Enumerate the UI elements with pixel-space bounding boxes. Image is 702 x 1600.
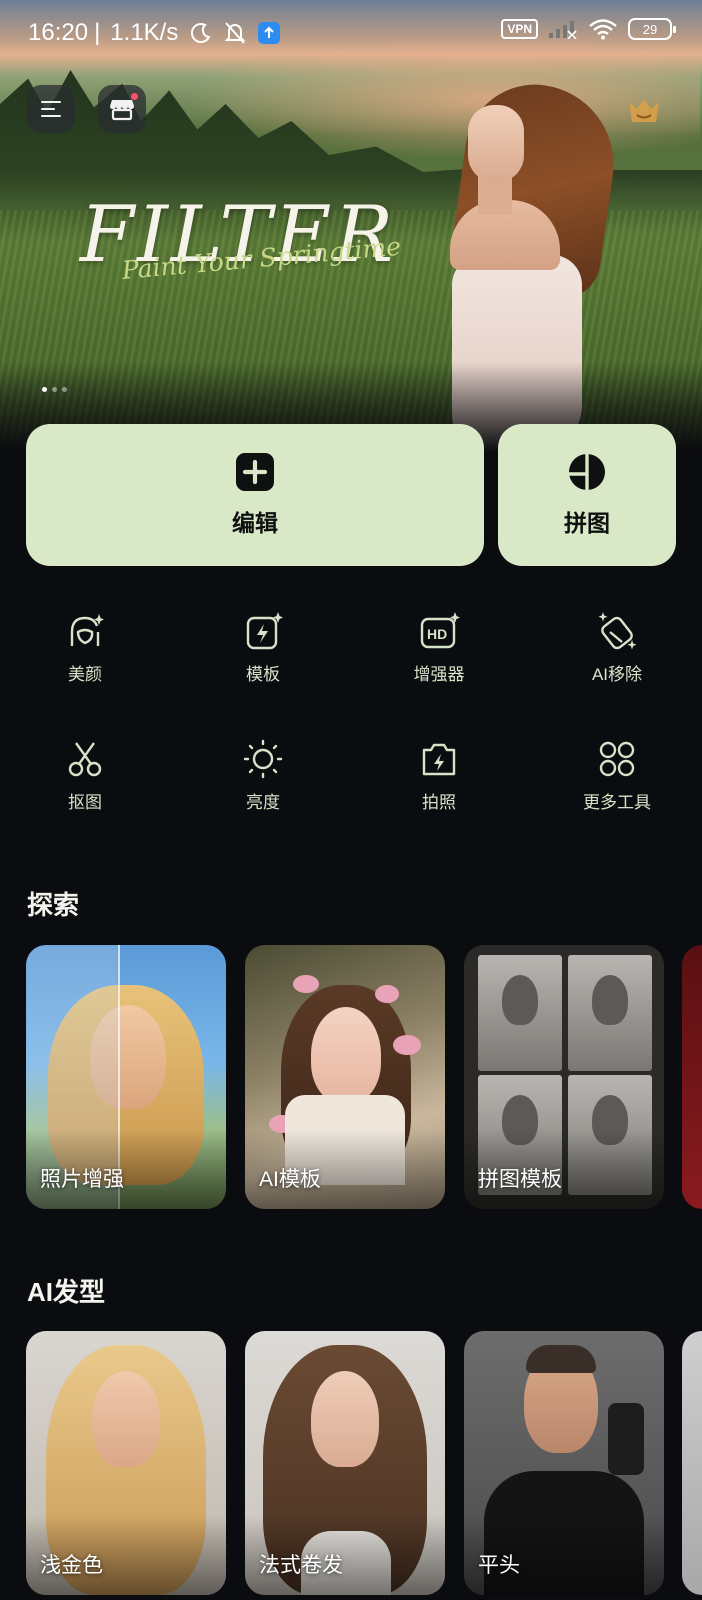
tile-label: 拼图模板: [478, 1168, 562, 1191]
store-icon: [110, 100, 134, 121]
mute-bell-icon: [224, 22, 246, 44]
tile-label: 照片增强: [40, 1168, 124, 1191]
sun-icon: [243, 739, 283, 779]
tool-template[interactable]: 模板: [198, 610, 328, 685]
pager-dot-active: [42, 387, 47, 392]
explore-card-collage-template[interactable]: 拼图模板: [464, 945, 664, 1209]
hairstyle-section-title: AI发型: [27, 1277, 106, 1307]
eraser-icon: [598, 612, 637, 650]
hairstyle-card-buzz-cut[interactable]: 平头: [464, 1331, 664, 1595]
tool-more[interactable]: 更多工具: [552, 738, 682, 813]
menu-button[interactable]: [27, 85, 75, 133]
svg-text:HD: HD: [427, 626, 447, 642]
collage-icon: [569, 454, 605, 490]
tool-label: 更多工具: [583, 793, 651, 812]
tool-brightness[interactable]: 亮度: [198, 738, 328, 813]
tile-label: 法式卷发: [259, 1554, 343, 1577]
scissors-icon: [68, 742, 102, 777]
status-bar: 16:20 | 1.1K/s VPN 29: [0, 0, 702, 66]
notification-dot: [131, 93, 138, 100]
tool-label: 抠图: [68, 793, 102, 812]
pager-dot: [52, 387, 57, 392]
tool-beauty[interactable]: 美颜: [20, 610, 150, 685]
tool-cutout[interactable]: 抠图: [20, 738, 150, 813]
menu-icon: [41, 101, 61, 117]
tool-ai-remove[interactable]: AI移除: [552, 610, 682, 685]
hairstyle-card-partial[interactable]: [682, 1331, 702, 1595]
upload-icon: [258, 22, 281, 44]
hero-banner[interactable]: FILTER Paint Your Springtime: [0, 0, 702, 452]
explore-card-ai-template[interactable]: AI模板: [245, 945, 445, 1209]
camera-icon: [422, 743, 456, 776]
status-net-speed: 1.1K/s: [110, 19, 179, 46]
banner-pager: [42, 387, 67, 392]
wifi-icon: [589, 19, 617, 40]
tile-label: AI模板: [259, 1168, 321, 1191]
hd-enhance-icon: HD: [420, 612, 460, 649]
edit-button[interactable]: 编辑: [26, 424, 484, 566]
pager-dot: [62, 387, 67, 392]
tool-label: AI移除: [591, 665, 643, 684]
explore-section-title: 探索: [27, 890, 80, 920]
tile-label: 平头: [478, 1554, 520, 1577]
grid-icon: [599, 741, 635, 777]
template-icon: [246, 612, 283, 650]
hairstyle-card-light-blonde[interactable]: 浅金色: [26, 1331, 226, 1595]
signal-icon: [549, 21, 577, 39]
collage-label: 拼图: [564, 510, 610, 536]
explore-card-photo-enhance[interactable]: 照片增强: [26, 945, 226, 1209]
plus-icon: [236, 453, 274, 491]
tool-label: 美颜: [68, 665, 102, 684]
tool-camera[interactable]: 拍照: [374, 738, 504, 813]
tool-label: 亮度: [246, 793, 280, 812]
premium-crown-icon[interactable]: [625, 96, 663, 128]
store-button[interactable]: [98, 85, 146, 133]
tool-label: 模板: [246, 665, 280, 684]
tile-label: 浅金色: [40, 1554, 103, 1577]
tool-label: 增强器: [413, 665, 465, 684]
beauty-face-icon: [70, 614, 104, 646]
moon-icon: [191, 23, 211, 44]
explore-card-partial[interactable]: [682, 945, 702, 1209]
hairstyle-card-french-curls[interactable]: 法式卷发: [245, 1331, 445, 1595]
tool-enhancer[interactable]: HD 增强器: [374, 610, 504, 685]
collage-button[interactable]: 拼图: [498, 424, 676, 566]
vpn-badge: VPN: [501, 19, 538, 39]
battery-indicator: 29: [628, 18, 676, 40]
tool-label: 拍照: [422, 793, 456, 812]
edit-label: 编辑: [232, 510, 278, 536]
status-time: 16:20: [28, 19, 89, 46]
